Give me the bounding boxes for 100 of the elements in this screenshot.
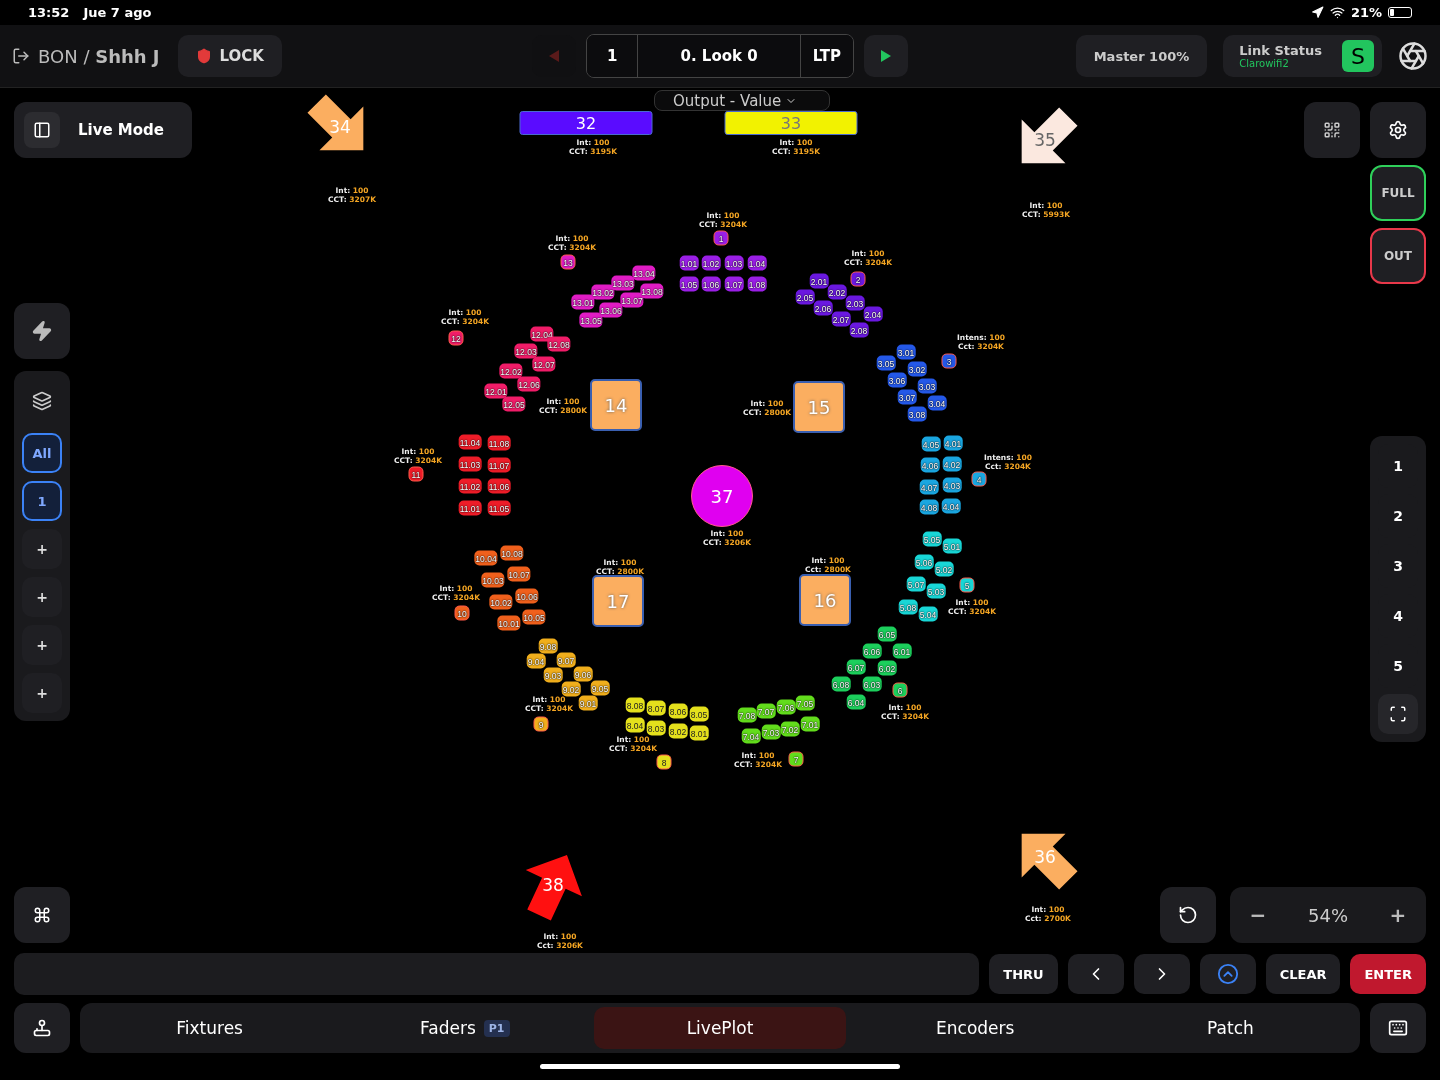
cell-fixture[interactable]: 12.06 [517, 376, 541, 392]
command-button[interactable]: CLEAR [1265, 954, 1341, 994]
cell-fixture[interactable]: 10.05 [522, 609, 546, 625]
nav-tab[interactable]: LivePlot [594, 1007, 846, 1049]
bar-fixture[interactable]: 33 [724, 111, 858, 135]
cell-fixture[interactable]: 4.06 [920, 457, 940, 473]
cell-fixture[interactable]: 13.08 [640, 283, 664, 299]
cell-fixture[interactable]: 2.02 [827, 284, 847, 300]
cell-fixture[interactable]: 1.04 [747, 255, 767, 271]
command-key-button[interactable] [14, 887, 70, 943]
layer-button[interactable]: + [22, 625, 62, 665]
cell-fixture[interactable]: 1.05 [679, 276, 699, 292]
cell-fixture[interactable]: 3.04 [927, 395, 947, 411]
cell-fixture[interactable]: 8.01 [689, 725, 709, 741]
cell-fixture[interactable]: 3.05 [876, 355, 896, 371]
cell-fixture[interactable]: 4.01 [943, 435, 963, 451]
cell-fixture[interactable]: 4.07 [919, 479, 939, 495]
cell-fixture[interactable]: 8.02 [668, 723, 688, 739]
next-cue-button[interactable] [863, 35, 908, 77]
group-fixture[interactable]: 3 [941, 353, 957, 369]
nav-tab[interactable]: Faders P1 [339, 1007, 591, 1049]
cell-fixture[interactable]: 8.06 [668, 703, 688, 719]
group-fixture[interactable]: 8 [656, 754, 672, 770]
live-mode-button[interactable]: Live Mode [14, 102, 192, 158]
rotate-button[interactable] [1160, 887, 1216, 943]
cell-fixture[interactable]: 12.04 [530, 326, 554, 342]
cell-fixture[interactable]: 2.04 [863, 306, 883, 322]
cell-fixture[interactable]: 3.07 [897, 389, 917, 405]
preset-level-button[interactable]: OUT [1370, 228, 1426, 284]
nav-tab[interactable]: Patch [1104, 1007, 1356, 1049]
cell-fixture[interactable]: 13.04 [632, 265, 656, 281]
cell-fixture[interactable]: 10.01 [497, 615, 521, 631]
cell-fixture[interactable]: 12.02 [499, 363, 523, 379]
bar-fixture[interactable]: 32 [519, 111, 653, 135]
cell-fixture[interactable]: 2.06 [813, 300, 833, 316]
cell-fixture[interactable]: 3.02 [907, 361, 927, 377]
nav-tab[interactable]: Encoders [849, 1007, 1101, 1049]
cell-fixture[interactable]: 1.01 [679, 255, 699, 271]
settings-button[interactable] [1370, 102, 1426, 158]
lock-button[interactable]: LOCK [177, 35, 282, 77]
scroll-up-button[interactable] [1199, 954, 1256, 994]
cell-fixture[interactable]: 11.04 [458, 434, 482, 450]
cell-fixture[interactable]: 3.06 [887, 372, 907, 388]
flash-button[interactable] [14, 303, 70, 359]
cell-fixture[interactable]: 12.03 [514, 343, 538, 359]
cell-fixture[interactable]: 2.01 [809, 273, 829, 289]
cell-fixture[interactable]: 4.04 [941, 498, 961, 514]
cell-fixture[interactable]: 8.05 [689, 706, 709, 722]
cell-fixture[interactable]: 1.08 [747, 276, 767, 292]
cell-fixture[interactable]: 4.02 [942, 456, 962, 472]
cell-fixture[interactable]: 4.08 [919, 499, 939, 515]
layer-button[interactable]: 1 [22, 481, 62, 521]
cell-fixture[interactable]: 3.03 [917, 378, 937, 394]
cell-fixture[interactable]: 10.06 [515, 588, 539, 604]
zoom-out-button[interactable]: − [1248, 894, 1268, 936]
cell-fixture[interactable]: 11.02 [458, 478, 482, 494]
cell-fixture[interactable]: 4.05 [921, 436, 941, 452]
cell-fixture[interactable]: 10.02 [489, 594, 513, 610]
cell-fixture[interactable]: 4.03 [942, 477, 962, 493]
cell-fixture[interactable]: 11.07 [487, 457, 511, 473]
link-status-card[interactable]: Link Status Clarowifi2 S [1223, 35, 1382, 77]
command-line-field[interactable] [14, 953, 980, 995]
fit-view-button[interactable] [1378, 694, 1418, 734]
zoom-in-button[interactable]: + [1388, 894, 1408, 936]
group-fixture[interactable]: 1 [713, 230, 729, 246]
enter-button[interactable]: ENTER [1350, 954, 1426, 994]
cell-fixture[interactable]: 8.08 [625, 697, 645, 713]
cell-fixture[interactable]: 12.07 [532, 356, 556, 372]
preset-level-button[interactable]: FULL [1370, 165, 1426, 221]
cell-fixture[interactable]: 13.06 [599, 302, 623, 318]
group-fixture[interactable]: 12 [448, 330, 464, 346]
cell-fixture[interactable]: 3.01 [896, 344, 916, 360]
cell-fixture[interactable]: 11.05 [487, 500, 511, 516]
cell-fixture[interactable]: 8.04 [625, 717, 645, 733]
cell-fixture[interactable]: 10.07 [507, 566, 531, 582]
cell-fixture[interactable]: 12.05 [502, 396, 526, 412]
cell-fixture[interactable]: 11.06 [487, 478, 511, 494]
cell-fixture[interactable]: 1.02 [701, 255, 721, 271]
output-dropdown[interactable]: Output - Value [654, 90, 830, 111]
cell-fixture[interactable]: 1.07 [724, 276, 744, 292]
cell-fixture[interactable]: 10.03 [481, 572, 505, 588]
cell-fixture[interactable]: 11.08 [487, 435, 511, 451]
layer-button[interactable]: + [22, 577, 62, 617]
keyboard-button[interactable] [1370, 1003, 1426, 1053]
master-button[interactable]: Master 100% [1075, 35, 1208, 77]
cell-fixture[interactable]: 11.03 [458, 456, 482, 472]
cell-fixture[interactable]: 10.04 [474, 550, 498, 566]
circle-fixture[interactable]: 37 [691, 465, 753, 527]
layer-button[interactable]: + [22, 673, 62, 713]
cell-fixture[interactable]: 8.07 [646, 700, 666, 716]
cell-fixture[interactable]: 2.08 [849, 322, 869, 338]
cell-fixture[interactable]: 13.03 [611, 275, 635, 291]
layer-button[interactable]: All [22, 433, 62, 473]
cell-fixture[interactable]: 8.03 [646, 720, 666, 736]
cell-fixture[interactable]: 10.08 [500, 545, 524, 561]
command-button[interactable]: THRU [989, 954, 1058, 994]
cell-fixture[interactable]: 2.05 [795, 289, 815, 305]
qr-code-button[interactable] [1304, 102, 1360, 158]
group-fixture[interactable]: 2 [850, 271, 866, 287]
nav-tab[interactable]: Fixtures [84, 1007, 336, 1049]
